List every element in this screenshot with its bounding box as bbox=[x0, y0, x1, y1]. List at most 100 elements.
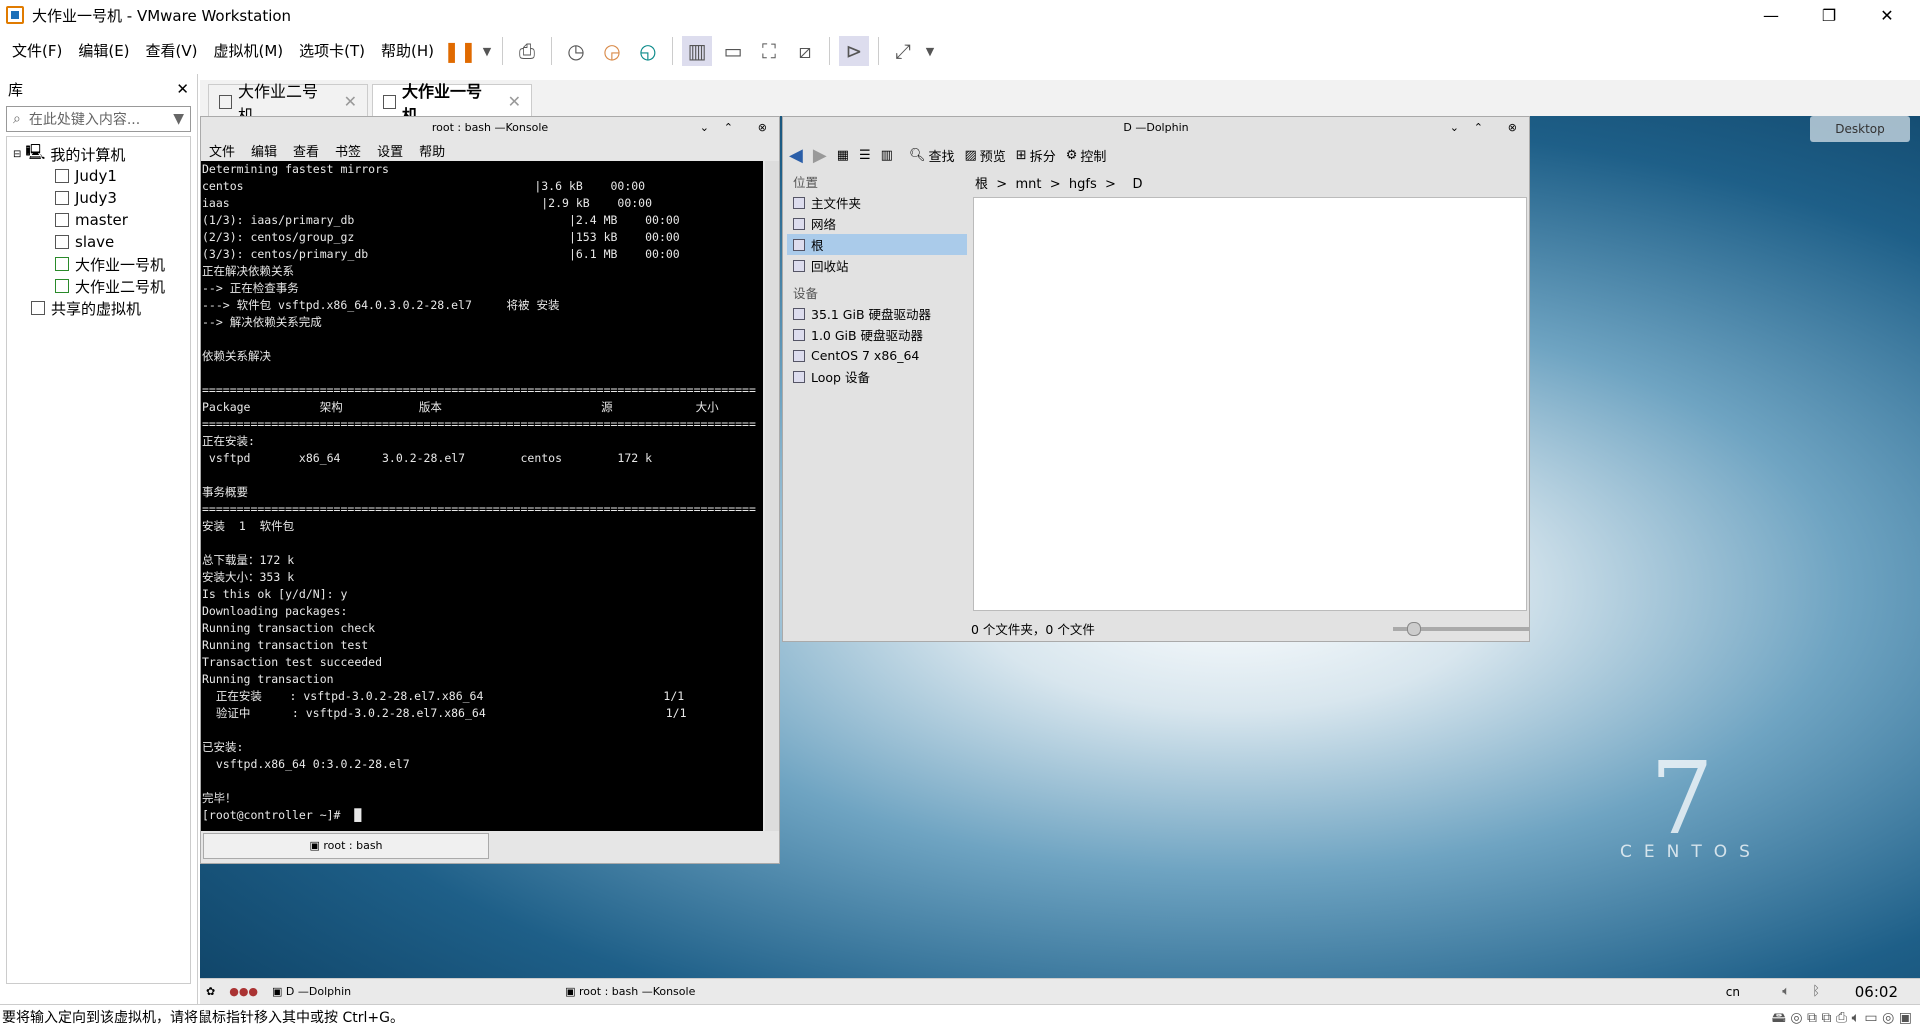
console-view-icon[interactable]: ⊳ bbox=[839, 36, 870, 66]
konsole-menu-settings[interactable]: 设置 bbox=[377, 141, 403, 160]
chevron-down-icon[interactable]: ▼ bbox=[924, 36, 936, 66]
activities-icon[interactable]: ●●● bbox=[229, 985, 258, 998]
device-item[interactable]: CentOS 7 x86_64 bbox=[787, 345, 967, 366]
place-home[interactable]: 主文件夹 bbox=[787, 192, 967, 213]
konsole-menu-edit[interactable]: 编辑 bbox=[251, 141, 277, 160]
pause-icon[interactable]: ❚❚ bbox=[443, 36, 477, 66]
restore-button[interactable]: ❐ bbox=[1800, 0, 1858, 30]
terminal-line: centos |3.6 kB 00:00 bbox=[202, 179, 646, 193]
konsole-menu-file[interactable]: 文件 bbox=[209, 141, 235, 160]
kde-start-icon[interactable]: ✿ bbox=[206, 985, 215, 998]
computer-icon: 🖳 bbox=[25, 142, 46, 161]
konsole-window[interactable]: root : bash —Konsole ⌄ ⌃ ⊗ 文件 编辑 查看 书签 设… bbox=[200, 116, 780, 864]
desktop-button[interactable]: Desktop bbox=[1810, 116, 1910, 142]
menu-vm[interactable]: 虚拟机(M) bbox=[206, 30, 292, 72]
details-view-icon[interactable]: ☰ bbox=[859, 148, 871, 163]
icons-view-icon[interactable]: ▦ bbox=[837, 148, 849, 163]
tree-node-vm[interactable]: master bbox=[7, 209, 190, 231]
menu-file[interactable]: 文件(F) bbox=[4, 30, 70, 72]
input-method-indicator[interactable]: cn bbox=[1726, 985, 1740, 999]
device-item[interactable]: 35.1 GiB 硬盘驱动器 bbox=[787, 303, 967, 324]
control-button[interactable]: 控制 bbox=[1080, 146, 1106, 165]
minimize-button[interactable]: — bbox=[1742, 0, 1800, 30]
forward-icon[interactable]: ▶ bbox=[813, 145, 827, 166]
menu-view[interactable]: 查看(V) bbox=[138, 30, 206, 72]
send-ctrl-alt-del-icon[interactable]: ⎙ bbox=[512, 36, 542, 66]
collapse-icon[interactable]: ⊟ bbox=[13, 149, 21, 160]
close-button[interactable]: ✕ bbox=[1858, 0, 1916, 30]
guest-desktop[interactable]: Desktop 7 CENTOS root : bash —Konsole ⌄ … bbox=[200, 116, 1920, 978]
maximize-icon[interactable]: ⌃ bbox=[1474, 117, 1483, 139]
task-label: D —Dolphin bbox=[285, 985, 352, 998]
back-icon[interactable]: ◀ bbox=[789, 145, 803, 166]
volume-icon[interactable]: 🔈︎ bbox=[1782, 984, 1790, 999]
minimize-icon[interactable]: ⌄ bbox=[1450, 117, 1459, 139]
maximize-icon[interactable]: ⌃ bbox=[724, 117, 733, 139]
crumb-mnt[interactable]: mnt bbox=[1015, 177, 1041, 192]
thumbnail-bar-icon[interactable]: ▭ bbox=[718, 36, 748, 66]
crumb-d[interactable]: D bbox=[1132, 177, 1142, 192]
file-view[interactable] bbox=[973, 197, 1527, 611]
task-dolphin[interactable]: ▣ D —Dolphin bbox=[272, 985, 351, 998]
konsole-session-tab[interactable]: ▣ root : bash bbox=[203, 833, 489, 859]
konsole-menu-help[interactable]: 帮助 bbox=[419, 141, 445, 160]
device-item[interactable]: 1.0 GiB 硬盘驱动器 bbox=[787, 324, 967, 345]
konsole-menu-bookmarks[interactable]: 书签 bbox=[335, 141, 361, 160]
library-search-input[interactable]: ⌕ 在此处键入内容... ▼ bbox=[6, 106, 191, 132]
find-button[interactable]: 查找 bbox=[928, 146, 954, 165]
zoom-slider[interactable] bbox=[1393, 622, 1529, 636]
tree-node-shared[interactable]: 共享的虚拟机 bbox=[7, 297, 190, 319]
separator bbox=[502, 37, 504, 65]
crumb-hgfs[interactable]: hgfs bbox=[1069, 177, 1097, 192]
tab-close-icon[interactable]: ✕ bbox=[344, 92, 357, 111]
tree-node-vm[interactable]: slave bbox=[7, 231, 190, 253]
place-root[interactable]: 根 bbox=[787, 234, 967, 255]
split-button[interactable]: 拆分 bbox=[1030, 146, 1056, 165]
network-icon bbox=[793, 217, 805, 230]
tab-vm-2[interactable]: 大作业二号机 ✕ bbox=[208, 82, 368, 125]
tab-close-icon[interactable]: ✕ bbox=[508, 92, 521, 111]
dolphin-status: 0 个文件夹，0 个文件 bbox=[971, 622, 1095, 637]
places-panel: 位置 主文件夹 网络 根 回收站 设备 35.1 GiB 硬盘驱动器 1.0 G… bbox=[787, 171, 967, 631]
snapshot-icon[interactable]: ◷ bbox=[561, 36, 591, 66]
tab-vm-1[interactable]: 大作业一号机 ✕ bbox=[372, 82, 532, 125]
chevron-down-icon[interactable]: ▼ bbox=[481, 36, 493, 66]
device-item[interactable]: Loop 设备 bbox=[787, 366, 967, 387]
fullscreen-icon[interactable]: ⛶ bbox=[754, 36, 784, 66]
chevron-down-icon[interactable]: ▼ bbox=[173, 111, 184, 127]
tree-node-vm[interactable]: 大作业一号机 bbox=[7, 253, 190, 275]
place-trash[interactable]: 回收站 bbox=[787, 255, 967, 276]
minimize-icon[interactable]: ⌄ bbox=[700, 117, 709, 139]
menu-edit[interactable]: 编辑(E) bbox=[70, 30, 137, 72]
dolphin-window[interactable]: D —Dolphin ⌄ ⌃ ⊗ ◀ ▶ ▦ ☰ ▥ 🔍︎ 查找 ▨ 预览 ⊞ 拆分 … bbox=[782, 116, 1530, 642]
terminal-line: --> 正在检查事务 bbox=[202, 281, 299, 295]
tree-node-vm[interactable]: 大作业二号机 bbox=[7, 275, 190, 297]
preview-button[interactable]: 预览 bbox=[980, 146, 1006, 165]
search-placeholder: 在此处键入内容... bbox=[28, 112, 141, 128]
revert-snapshot-icon[interactable]: ◶ bbox=[597, 36, 627, 66]
tree-node-vm[interactable]: Judy1 bbox=[7, 165, 190, 187]
menu-tabs[interactable]: 选项卡(T) bbox=[291, 30, 373, 72]
close-icon[interactable]: ⊗ bbox=[758, 117, 767, 139]
library-close-icon[interactable]: ✕ bbox=[176, 80, 189, 98]
columns-view-icon[interactable]: ▥ bbox=[881, 148, 893, 163]
show-library-icon[interactable]: ▥ bbox=[682, 36, 713, 66]
stretch-icon[interactable]: ⤢ bbox=[888, 36, 918, 66]
tree-node-vm[interactable]: Judy3 bbox=[7, 187, 190, 209]
separator bbox=[878, 37, 880, 65]
snapshot-manager-icon[interactable]: ◵ bbox=[633, 36, 663, 66]
unity-icon[interactable]: ⧄ bbox=[790, 36, 820, 66]
konsole-menu-view[interactable]: 查看 bbox=[293, 141, 319, 160]
task-konsole[interactable]: ▣ root : bash —Konsole bbox=[565, 985, 695, 998]
device-icons[interactable]: 🖴 ◎ ⧉ ⧉ ⎙ 🔈︎ ▭ ◎ ▣ bbox=[1772, 1005, 1912, 1031]
menu-help[interactable]: 帮助(H) bbox=[373, 30, 442, 72]
place-network[interactable]: 网络 bbox=[787, 213, 967, 234]
terminal-line: vsftpd x86_64 3.0.2-28.el7 centos 172 k bbox=[202, 451, 653, 465]
terminal-scrollbar[interactable] bbox=[765, 161, 779, 831]
close-icon[interactable]: ⊗ bbox=[1508, 117, 1517, 139]
terminal-output[interactable]: Determining fastest mirrors centos |3.6 k… bbox=[201, 161, 763, 831]
bluetooth-icon[interactable]: ᛒ bbox=[1812, 984, 1820, 999]
crumb-root[interactable]: 根 bbox=[975, 177, 988, 192]
crumb-separator: > bbox=[1105, 177, 1116, 192]
tree-node-my-computer[interactable]: ⊟ 🖳 我的计算机 bbox=[7, 143, 190, 165]
